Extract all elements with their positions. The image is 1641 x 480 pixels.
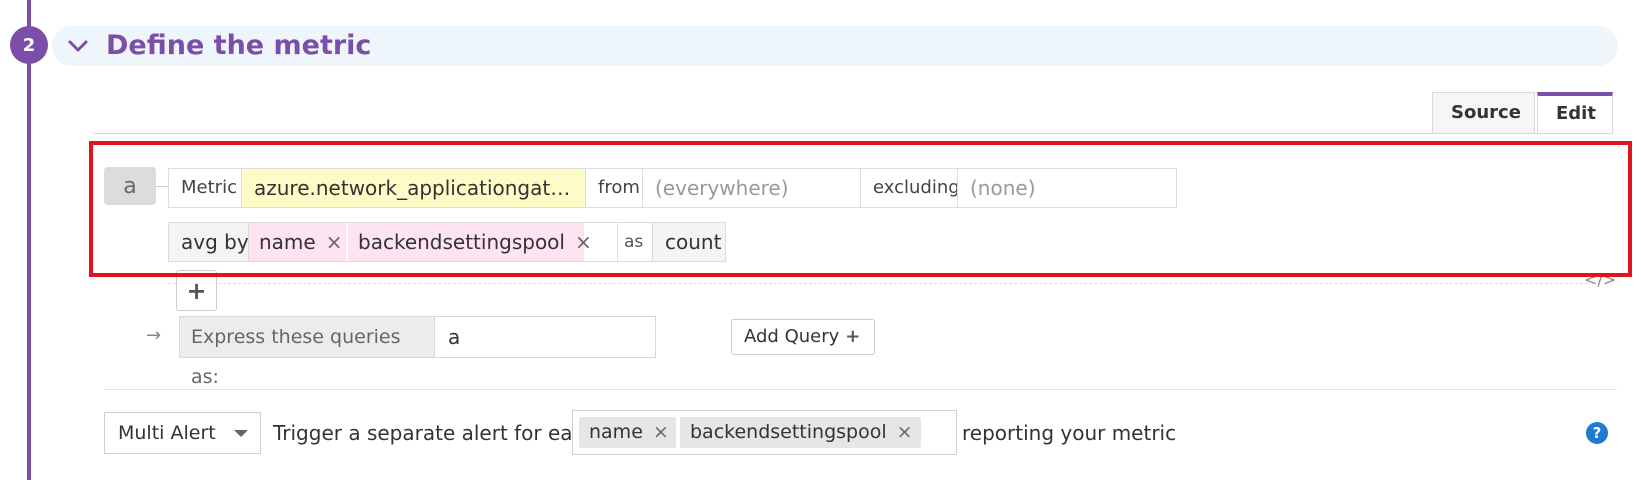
trigger-text: Trigger a separate alert for each (273, 421, 597, 445)
alert-type-dropdown[interactable]: Multi Alert (104, 412, 261, 454)
caret-down-icon (234, 430, 248, 437)
add-row-divider (168, 283, 1588, 284)
tab-source[interactable]: Source (1432, 92, 1535, 134)
from-label: from (585, 168, 643, 208)
section-divider (104, 389, 1617, 390)
alert-tag-label: backendsettingspool (690, 421, 887, 443)
step-title: Define the metric (106, 30, 372, 61)
as-count-selector[interactable]: count (652, 222, 726, 262)
group-tag-label: name (259, 230, 316, 254)
excluding-input[interactable]: (none) (957, 168, 1177, 208)
plus-icon: + (186, 276, 207, 305)
group-tag: name × (249, 223, 346, 261)
help-icon[interactable]: ? (1586, 422, 1608, 444)
alert-tag: name × (579, 417, 676, 448)
tag-remove-icon[interactable]: × (653, 421, 669, 443)
step-number-badge: 2 (10, 26, 48, 64)
code-icon[interactable]: </> (1584, 270, 1616, 289)
alert-type-value: Multi Alert (118, 422, 216, 444)
group-tag-label: backendsettingspool (358, 230, 565, 254)
metric-selector[interactable]: azure.network_applicationgatewa... (241, 168, 586, 208)
tag-remove-icon[interactable]: × (897, 421, 913, 443)
tag-remove-icon[interactable]: × (575, 230, 592, 254)
group-by-tags-input[interactable]: name × backendsettingspool × (248, 222, 618, 262)
express-formula-input[interactable]: a (434, 316, 656, 358)
alert-tag: backendsettingspool × (680, 417, 921, 448)
add-function-button[interactable]: + (176, 270, 217, 311)
metric-label: Metric (168, 168, 242, 208)
tab-edit[interactable]: Edit (1537, 92, 1613, 134)
reporting-text: reporting your metric (962, 421, 1177, 445)
express-label: Express these queries as: (179, 316, 435, 388)
step-rail (27, 0, 31, 480)
query-connector (156, 186, 168, 187)
plus-icon: + (845, 326, 861, 347)
tag-remove-icon[interactable]: × (326, 230, 343, 254)
alert-group-tags-input[interactable]: name × backendsettingspool × (572, 410, 957, 455)
avg-by-selector[interactable]: avg by (168, 222, 249, 262)
add-query-button[interactable]: Add Query + (731, 319, 875, 355)
group-tag: backendsettingspool × (348, 223, 592, 261)
alert-tag-label: name (589, 421, 643, 443)
tabs-divider (94, 133, 1613, 134)
excluding-label: excluding (860, 168, 958, 208)
query-letter: a (104, 167, 156, 205)
arrow-right-icon: → (146, 325, 162, 346)
add-query-label: Add Query (744, 326, 840, 347)
chevron-down-icon[interactable] (66, 34, 90, 58)
from-input[interactable]: (everywhere) (642, 168, 861, 208)
as-label: as (617, 222, 653, 262)
